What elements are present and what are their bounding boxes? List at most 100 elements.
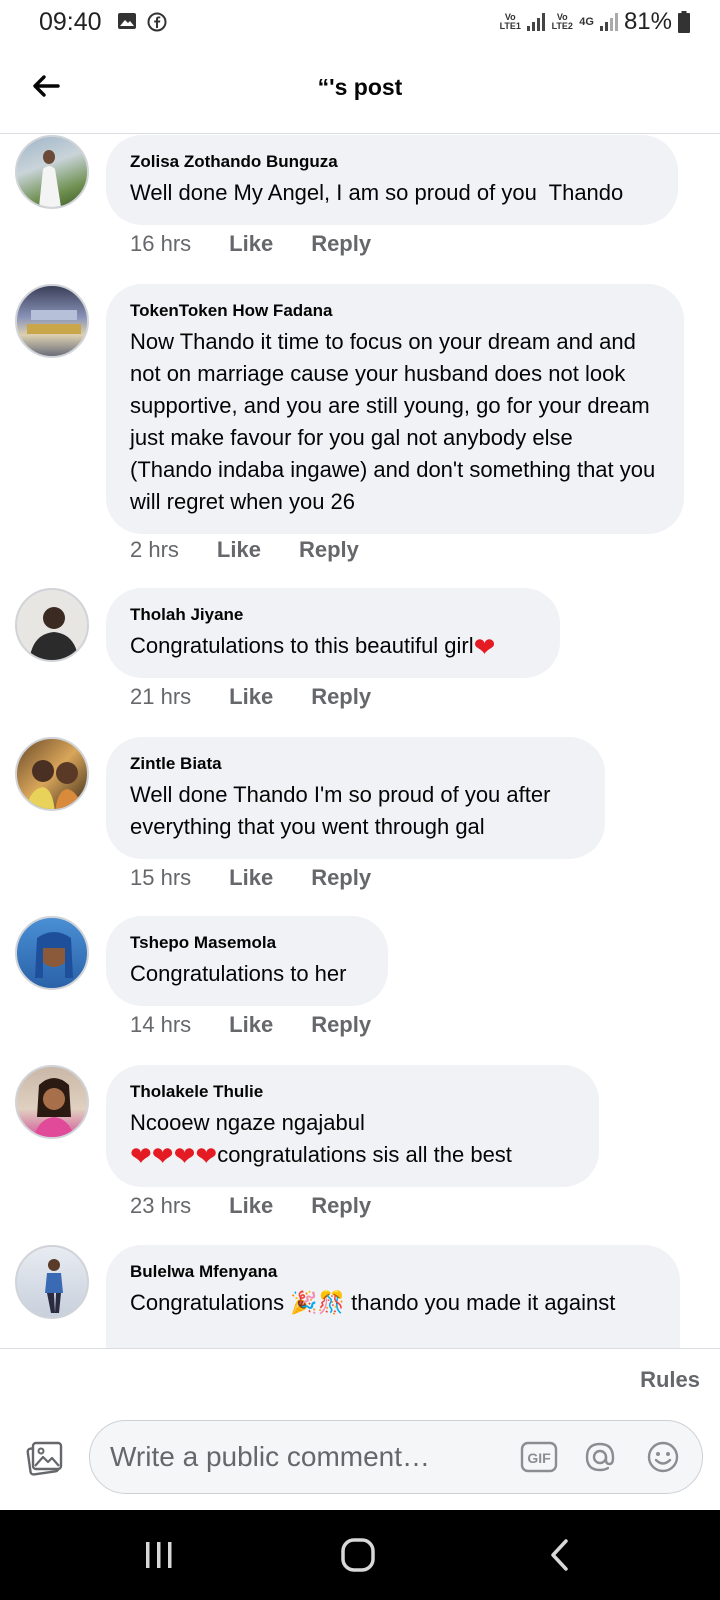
- confetti-emoji-icon: 🎊: [317, 1290, 346, 1315]
- comment-actions: 2 hrs Like Reply: [130, 537, 359, 563]
- photo-button[interactable]: [24, 1438, 64, 1478]
- comment-time: 15 hrs: [130, 865, 192, 890]
- comment-text: congratulations sis all the best: [217, 1142, 512, 1167]
- comment-actions: 23 hrs Like Reply: [130, 1193, 371, 1219]
- status-time: 09:40: [39, 8, 102, 36]
- comment-actions: 15 hrs Like Reply: [130, 865, 371, 891]
- like-button[interactable]: Like: [229, 231, 273, 257]
- avatar[interactable]: [15, 284, 89, 358]
- comment-text-line: Congratulations to this beautiful girl❤: [130, 630, 536, 662]
- heart-emoji-icon: ❤: [473, 632, 496, 662]
- notification-icons: [117, 12, 167, 32]
- heart-emoji-icon: ❤: [130, 1141, 152, 1171]
- comment-author[interactable]: Bulelwa Mfenyana: [130, 1261, 656, 1283]
- gif-icon: GIF: [520, 1441, 558, 1473]
- avatar[interactable]: [15, 916, 89, 990]
- like-button[interactable]: Like: [229, 865, 273, 891]
- reply-button[interactable]: Reply: [311, 1012, 371, 1038]
- emoji-button[interactable]: [645, 1439, 681, 1480]
- status-bar: 09:40 Vo LTE1 Vo LTE2 4G 81%: [0, 0, 720, 46]
- comment-text-line: Ncooew ngaze ngajabul: [130, 1110, 365, 1135]
- sim1-label: Vo LTE1: [499, 12, 521, 31]
- like-button[interactable]: Like: [229, 684, 273, 710]
- system-navigation-bar: [0, 1510, 720, 1600]
- comment-time: 23 hrs: [130, 1193, 192, 1218]
- comment-bubble: Zintle Biata Well done Thando I'm so pro…: [106, 737, 605, 859]
- reply-button[interactable]: Reply: [311, 231, 371, 257]
- comment-time: 2 hrs: [130, 537, 179, 562]
- photo-icon: [26, 1441, 63, 1476]
- comment-composer: Write a public comment… GIF: [0, 1400, 720, 1510]
- at-sign-icon: [585, 1442, 615, 1472]
- comment-text: Now Thando it time to focus on your drea…: [130, 329, 662, 514]
- comment-text: Congratulations to her: [130, 961, 347, 986]
- comment-text: Well done My Angel, I am so proud of you…: [130, 180, 624, 205]
- comment-bubble: Tholah Jiyane Congratulations to this be…: [106, 588, 560, 678]
- comment-text: Congratulations to this beautiful girl: [130, 633, 474, 658]
- comment-text: Well done Thando I'm so proud of you aft…: [130, 782, 557, 839]
- comment-author[interactable]: TokenToken How Fadana: [130, 300, 660, 322]
- comment-text: Congratulations: [130, 1290, 291, 1315]
- facebook-notification-icon: [147, 12, 167, 32]
- signal2-icon: [599, 13, 618, 31]
- comment-actions: 16 hrs Like Reply: [130, 231, 371, 257]
- comment-placeholder: Write a public comment…: [110, 1441, 431, 1472]
- battery-percent: 81%: [623, 8, 672, 35]
- smiley-icon: [647, 1441, 679, 1473]
- comment-time: 14 hrs: [130, 1012, 192, 1037]
- comment-author[interactable]: Zintle Biata: [130, 753, 581, 775]
- reply-button[interactable]: Reply: [311, 684, 371, 710]
- recent-apps-button[interactable]: [143, 1540, 175, 1575]
- gif-button[interactable]: GIF: [520, 1440, 558, 1479]
- reply-button[interactable]: Reply: [311, 865, 371, 891]
- comment-actions: 14 hrs Like Reply: [130, 1012, 371, 1038]
- network-type: 4G: [579, 15, 594, 28]
- gallery-notification-icon: [118, 13, 136, 29]
- rules-link[interactable]: Rules: [640, 1367, 700, 1393]
- comment-bubble: Zolisa Zothando Bunguza Well done My Ang…: [106, 135, 678, 225]
- avatar[interactable]: [15, 1245, 89, 1319]
- comment-author[interactable]: Zolisa Zothando Bunguza: [130, 151, 654, 173]
- home-button[interactable]: [340, 1538, 376, 1577]
- party-popper-emoji-icon: 🎉: [290, 1290, 318, 1315]
- comment-text-line: Congratulations 🎉🎊 thando you made it ag…: [130, 1287, 656, 1319]
- comment-input[interactable]: Write a public comment… GIF: [89, 1420, 703, 1494]
- like-button[interactable]: Like: [217, 537, 261, 563]
- comment-bubble: Bulelwa Mfenyana Congratulations 🎉🎊 than…: [106, 1245, 680, 1348]
- avatar[interactable]: [15, 588, 89, 662]
- comment-actions: 21 hrs Like Reply: [130, 684, 371, 710]
- comment-author[interactable]: Tholakele Thulie: [130, 1081, 575, 1103]
- comment-text-line: ❤❤❤❤congratulations sis all the best: [130, 1139, 575, 1171]
- reply-button[interactable]: Reply: [311, 1193, 371, 1219]
- reply-button[interactable]: Reply: [299, 537, 359, 563]
- home-icon: [341, 1538, 375, 1572]
- like-button[interactable]: Like: [229, 1193, 273, 1219]
- post-header: “'s post: [0, 46, 720, 134]
- mention-button[interactable]: [582, 1439, 618, 1480]
- avatar[interactable]: [15, 737, 89, 811]
- chevron-left-icon: [551, 1539, 568, 1571]
- sim2-label: Vo LTE2: [551, 12, 573, 31]
- battery-icon: [678, 11, 690, 33]
- comment-time: 21 hrs: [130, 684, 192, 709]
- like-button[interactable]: Like: [229, 1012, 273, 1038]
- signal1-icon: [527, 13, 546, 31]
- status-right: Vo LTE1 Vo LTE2 4G 81%: [499, 8, 690, 36]
- heart-emoji-icon: ❤: [173, 1141, 196, 1171]
- comment-text: thando you made it against: [345, 1290, 616, 1315]
- comment-list: Zolisa Zothando Bunguza Well done My Ang…: [0, 135, 720, 1348]
- divider: [0, 1348, 720, 1349]
- recent-apps-icon: [146, 1542, 172, 1568]
- comment-time: 16 hrs: [130, 231, 192, 256]
- heart-emoji-icon: ❤: [151, 1141, 174, 1171]
- avatar[interactable]: [15, 1065, 89, 1139]
- comment-author[interactable]: Tholah Jiyane: [130, 604, 536, 626]
- comment-author[interactable]: Tshepo Masemola: [130, 932, 364, 954]
- avatar[interactable]: [15, 135, 89, 209]
- heart-emoji-icon: ❤: [195, 1141, 218, 1171]
- gif-label: GIF: [527, 1450, 551, 1466]
- comment-bubble: Tholakele Thulie Ncooew ngaze ngajabul ❤…: [106, 1065, 599, 1187]
- back-nav-button[interactable]: [548, 1538, 572, 1577]
- comment-bubble: Tshepo Masemola Congratulations to her: [106, 916, 388, 1006]
- comment-bubble: TokenToken How Fadana Now Thando it time…: [106, 284, 684, 534]
